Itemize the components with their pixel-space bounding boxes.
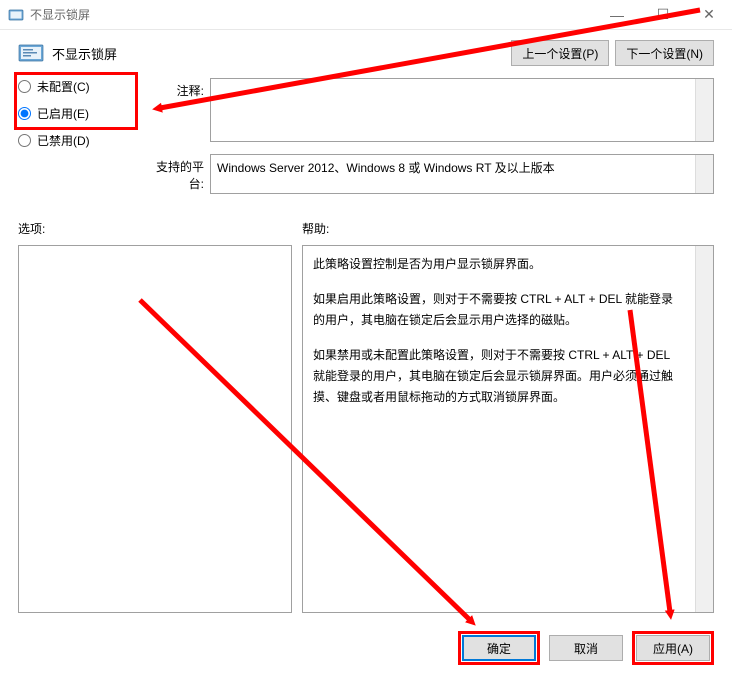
policy-header-icon	[18, 41, 46, 65]
maximize-button[interactable]: ☐	[640, 0, 686, 29]
supported-on-label: 支持的平台:	[148, 154, 210, 194]
radio-enabled-label: 已启用(E)	[37, 105, 89, 122]
state-radio-group: 未配置(C) 已启用(E) 已禁用(D)	[18, 78, 148, 206]
radio-enabled-input[interactable]	[18, 107, 31, 120]
options-box	[18, 245, 292, 613]
supported-on-box: Windows Server 2012、Windows 8 或 Windows …	[210, 154, 714, 194]
comment-textarea[interactable]	[210, 78, 714, 142]
minimize-button[interactable]: —	[594, 0, 640, 29]
radio-not-configured-input[interactable]	[18, 80, 31, 93]
dialog-footer: 确定 取消 应用(A)	[0, 623, 732, 673]
options-label: 选项:	[18, 220, 292, 237]
annotation-highlight-ok: 确定	[458, 631, 540, 665]
help-paragraph-3: 如果禁用或未配置此策略设置，则对于不需要按 CTRL + ALT + DEL 就…	[313, 345, 703, 408]
cancel-button[interactable]: 取消	[549, 635, 623, 661]
policy-item-icon	[8, 7, 24, 23]
radio-disabled-label: 已禁用(D)	[37, 132, 90, 149]
page-title: 不显示锁屏	[52, 44, 505, 63]
ok-button[interactable]: 确定	[462, 635, 536, 661]
radio-not-configured[interactable]: 未配置(C)	[18, 78, 148, 95]
help-box: 此策略设置控制是否为用户显示锁屏界面。 如果启用此策略设置，则对于不需要按 CT…	[302, 245, 714, 613]
radio-enabled[interactable]: 已启用(E)	[18, 105, 148, 122]
radio-not-configured-label: 未配置(C)	[37, 78, 90, 95]
close-button[interactable]: ✕	[686, 0, 732, 29]
previous-setting-button[interactable]: 上一个设置(P)	[511, 40, 609, 66]
header-row: 不显示锁屏 上一个设置(P) 下一个设置(N)	[18, 40, 714, 66]
next-setting-button[interactable]: 下一个设置(N)	[615, 40, 714, 66]
supported-on-text: Windows Server 2012、Windows 8 或 Windows …	[217, 161, 555, 175]
radio-disabled-input[interactable]	[18, 134, 31, 147]
help-paragraph-2: 如果启用此策略设置，则对于不需要按 CTRL + ALT + DEL 就能登录的…	[313, 289, 703, 331]
help-paragraph-1: 此策略设置控制是否为用户显示锁屏界面。	[313, 254, 703, 275]
radio-disabled[interactable]: 已禁用(D)	[18, 132, 148, 149]
annotation-highlight-apply: 应用(A)	[632, 631, 714, 665]
apply-button[interactable]: 应用(A)	[636, 635, 710, 661]
title-bar: 不显示锁屏 — ☐ ✕	[0, 0, 732, 30]
comment-label: 注释:	[148, 78, 210, 142]
help-label: 帮助:	[302, 220, 714, 237]
window-title: 不显示锁屏	[30, 6, 594, 23]
